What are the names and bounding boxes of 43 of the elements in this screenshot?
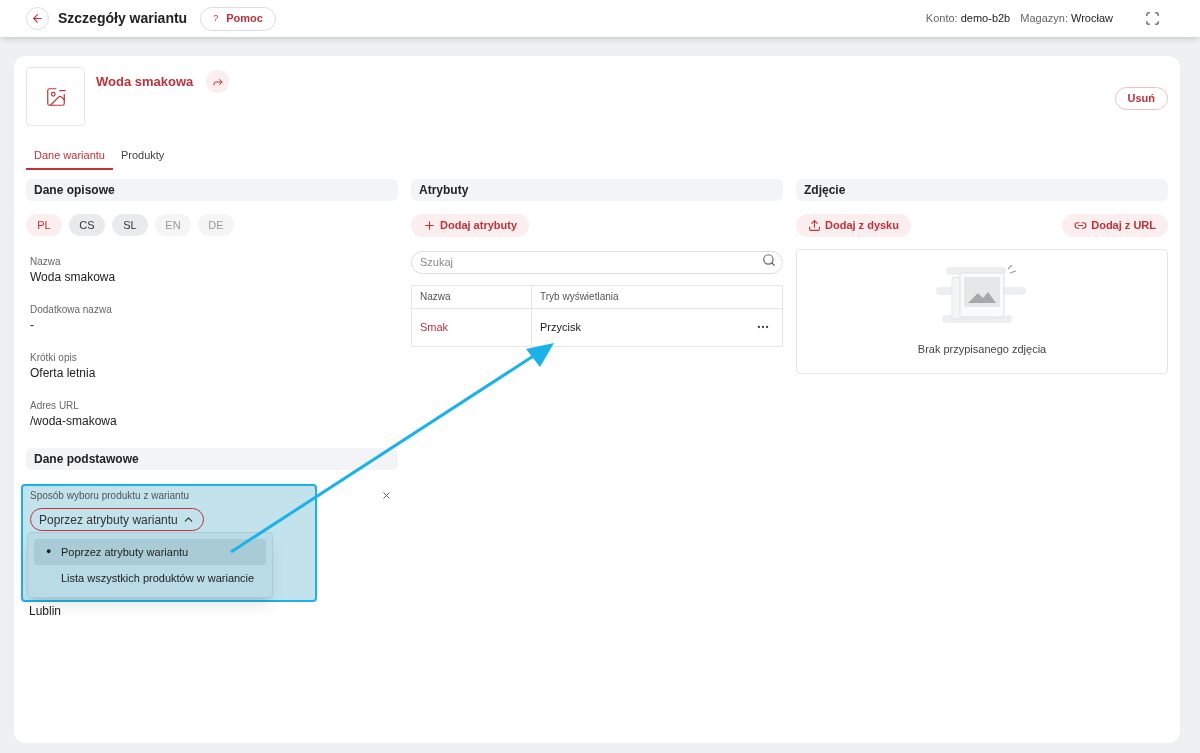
plus-icon: [423, 219, 436, 232]
upload-button[interactable]: Dodaj z dysku: [796, 214, 911, 237]
fullscreen-icon[interactable]: [1145, 11, 1160, 26]
table-cell-text: Przycisk: [540, 319, 581, 335]
field-label: Nazwa: [30, 255, 62, 269]
url-button[interactable]: Dodaj z URL: [1062, 214, 1168, 237]
field-value: -: [30, 317, 35, 333]
selected-bullet: ●: [46, 545, 53, 559]
language-chip[interactable]: SL: [112, 214, 148, 236]
dropdown-option[interactable]: Lista wszystkich produktów w wariancie: [34, 565, 266, 591]
section-header: Atrybuty: [411, 179, 783, 201]
field-value: Lublin: [29, 603, 62, 620]
field-value: Oferta letnia: [30, 365, 97, 381]
language-chip[interactable]: PL: [26, 214, 62, 236]
search-icon[interactable]: [762, 253, 776, 267]
tab[interactable]: Produkty: [112, 142, 173, 170]
add-attributes-button[interactable]: Dodaj atrybuty: [411, 214, 529, 237]
account-info: Konto: demo-b2b: [925, 11, 1011, 27]
field-value: Woda smakowa: [30, 269, 117, 285]
variant-thumbnail: [26, 67, 85, 126]
field-label: Adres URL: [30, 399, 80, 413]
link-icon: [1074, 219, 1088, 232]
column-header: Tryb wyświetlania: [531, 285, 783, 308]
field-label: Sposób wyboru produktu z wariantu: [30, 489, 189, 503]
upload-icon: [808, 219, 821, 232]
table-cell[interactable]: Smak: [411, 308, 532, 346]
section-header: Dane podstawowe: [26, 448, 398, 470]
dropdown-option[interactable]: ● Poprzez atrybuty wariantu: [34, 539, 266, 565]
clear-icon[interactable]: [381, 490, 392, 501]
field-value: /woda-smakowa: [30, 413, 118, 429]
section-header: Zdjęcie: [796, 179, 1168, 201]
variant-name: Woda smakowa: [96, 73, 194, 91]
page-title: Szczegóły wariantu: [58, 9, 188, 28]
warehouse-info: Magazyn: Wrocław: [1020, 11, 1113, 27]
empty-photo-text: Brak przypisanego zdjęcia: [917, 342, 1047, 358]
column-header: Nazwa: [411, 285, 532, 308]
field-label: Dodatkowa nazwa: [30, 303, 113, 317]
tab[interactable]: Dane wariantu: [26, 142, 113, 170]
section-header: Dane opisowe: [26, 179, 398, 201]
field-label: Krótki opis: [30, 351, 78, 365]
language-chip[interactable]: CS: [69, 214, 105, 236]
search-field[interactable]: Szukaj: [411, 250, 783, 274]
arrow-left-icon: [31, 12, 44, 25]
